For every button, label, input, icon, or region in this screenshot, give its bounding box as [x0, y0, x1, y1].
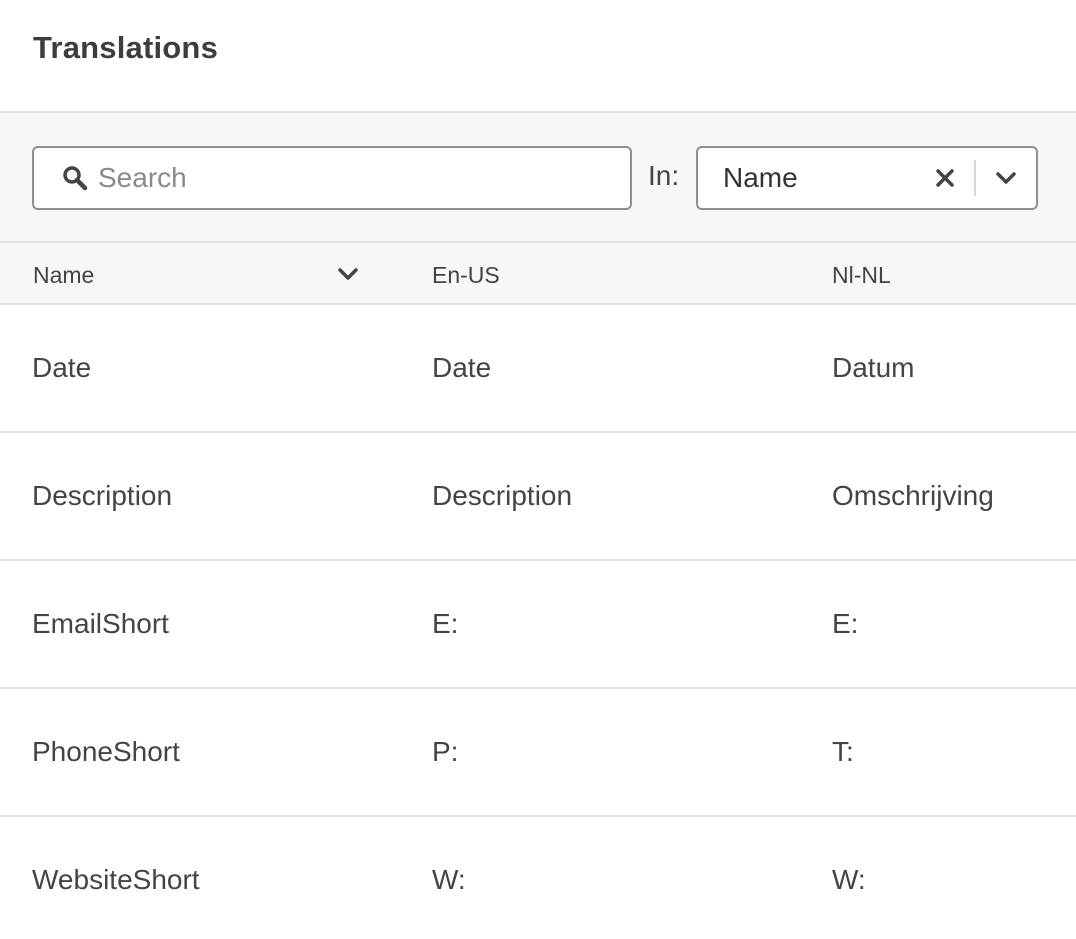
cell-nl-nl: W:	[832, 864, 866, 895]
close-icon	[936, 169, 954, 187]
table-row[interactable]: Description Description Omschrijving	[0, 433, 1076, 561]
cell-name: EmailShort	[32, 608, 169, 639]
cell-nl-nl: T:	[832, 736, 854, 767]
search-box[interactable]	[32, 146, 632, 210]
column-header-nl-nl[interactable]: Nl-NL	[832, 262, 891, 289]
select-value: Name	[723, 162, 798, 193]
dropdown-toggle-button[interactable]	[976, 148, 1036, 208]
cell-en-us: W:	[432, 864, 466, 895]
table-row[interactable]: PhoneShort P: T:	[0, 689, 1076, 817]
clear-selection-button[interactable]	[916, 148, 974, 208]
cell-en-us: P:	[432, 736, 459, 767]
chevron-down-icon[interactable]	[336, 265, 360, 283]
cell-en-us: Description	[432, 480, 573, 511]
table-row[interactable]: WebsiteShort W: W:	[0, 817, 1076, 939]
cell-nl-nl: Omschrijving	[832, 480, 994, 511]
page-title: Translations	[33, 30, 219, 65]
cell-en-us: Date	[432, 352, 492, 383]
cell-name: WebsiteShort	[32, 864, 200, 895]
table-row[interactable]: Date Date Datum	[0, 305, 1076, 433]
search-input[interactable]	[98, 162, 578, 194]
cell-en-us: E:	[432, 608, 459, 639]
cell-name: PhoneShort	[32, 736, 180, 767]
cell-name: Date	[32, 352, 92, 383]
search-icon	[63, 166, 88, 191]
page-header: Translations	[0, 0, 1076, 113]
cell-nl-nl: Datum	[832, 352, 915, 383]
table-header: Name En-US Nl-NL	[0, 243, 1076, 305]
in-label: In:	[648, 160, 680, 191]
search-field-select[interactable]: Name	[696, 146, 1038, 210]
chevron-down-icon	[996, 172, 1016, 184]
filter-toolbar: In: Name	[0, 113, 1076, 243]
table-row[interactable]: EmailShort E: E:	[0, 561, 1076, 689]
cell-name: Description	[32, 480, 173, 511]
column-header-en-us[interactable]: En-US	[432, 262, 500, 289]
column-header-name[interactable]: Name	[33, 262, 94, 289]
cell-nl-nl: E:	[832, 608, 859, 639]
